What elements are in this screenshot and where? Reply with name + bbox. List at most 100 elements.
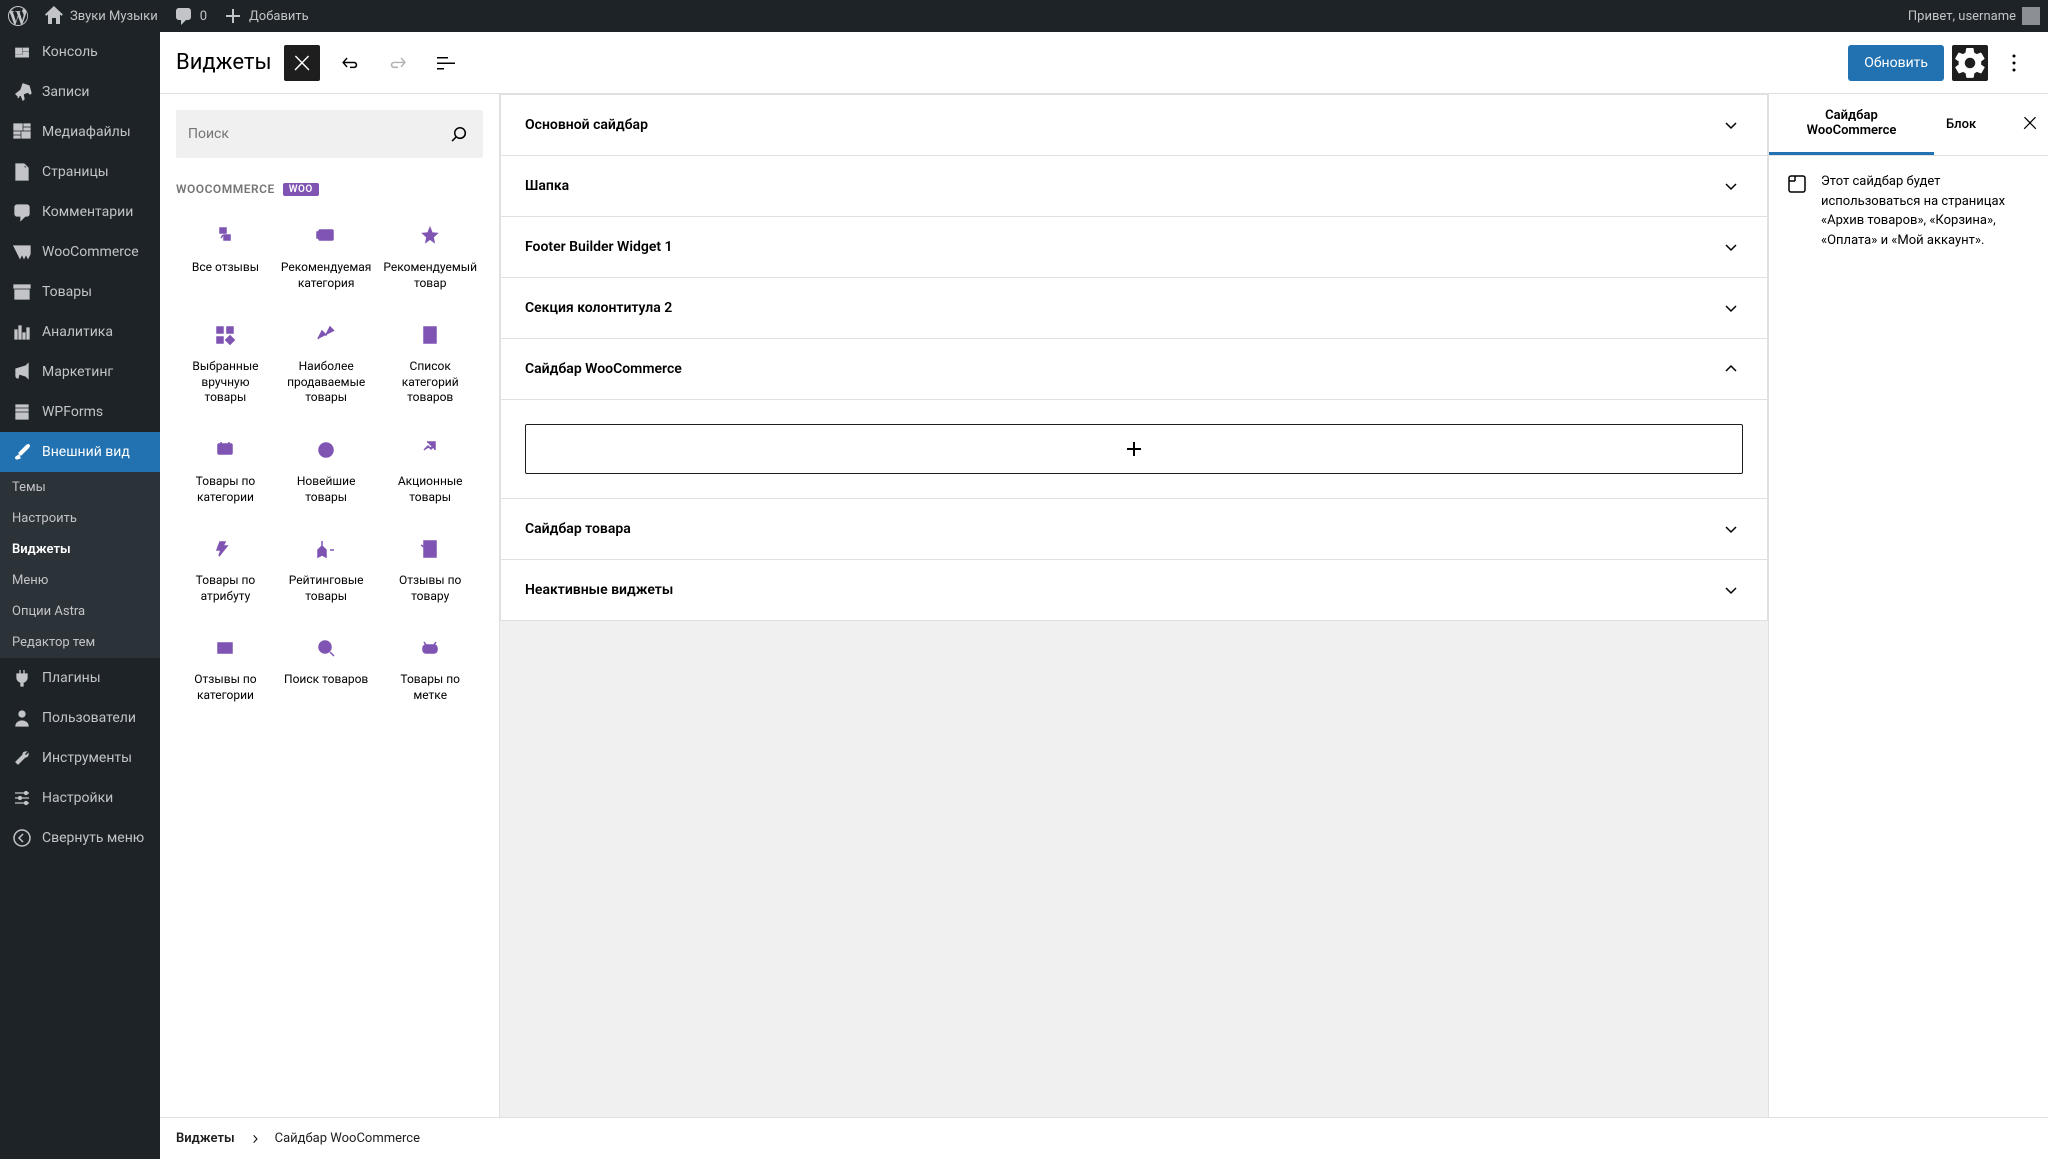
wp-logo[interactable]: [8, 6, 28, 26]
block-13[interactable]: Поиск товаров: [275, 620, 377, 719]
block-icon-8: [418, 438, 442, 462]
sidebar-item-14[interactable]: Настройки: [0, 778, 160, 818]
redo-button[interactable]: [380, 45, 416, 81]
block-10[interactable]: Рейтинговые товары: [275, 521, 377, 620]
tab-block[interactable]: Блок: [1934, 103, 1988, 146]
admin-top-bar: Звуки Музыки 0 Добавить Привет, username: [0, 0, 2048, 32]
sidebar-item-9[interactable]: WPForms: [0, 392, 160, 432]
block-0[interactable]: Все отзывы: [176, 208, 275, 307]
plus-icon: [1122, 437, 1146, 461]
block-inserter-panel: WOOCOMMERCE Woo Все отзывыРекомендуемая …: [160, 94, 500, 1117]
block-2[interactable]: Рекомендуемый товар: [377, 208, 483, 307]
close-settings-button[interactable]: [2012, 105, 2048, 145]
more-vertical-icon: [2002, 51, 2026, 75]
widget-areas: Основной сайдбарШапкаFooter Builder Widg…: [500, 94, 1768, 1117]
widget-area-4[interactable]: Сайдбар WooCommerce: [501, 339, 1767, 400]
add-new-link[interactable]: Добавить: [223, 6, 309, 26]
sidebar-item-4[interactable]: Комментарии: [0, 192, 160, 232]
sidebar-item-3[interactable]: Страницы: [0, 152, 160, 192]
update-button[interactable]: Обновить: [1848, 45, 1944, 81]
chevron-up-icon: [1719, 357, 1743, 381]
block-1[interactable]: Рекомендуемая категория: [275, 208, 377, 307]
block-7[interactable]: Новейшие товары: [275, 422, 377, 521]
sidebar-item-2[interactable]: Медиафайлы: [0, 112, 160, 152]
sidebar-item-8[interactable]: Маркетинг: [0, 352, 160, 392]
sidebar-item-6[interactable]: Товары: [0, 272, 160, 312]
sidebar-sub-1[interactable]: Настроить: [0, 503, 160, 534]
block-3[interactable]: Выбранные вручную товары: [176, 307, 275, 422]
sidebar-item-11[interactable]: Плагины: [0, 658, 160, 698]
widget-area-0[interactable]: Основной сайдбар: [501, 95, 1767, 156]
sidebar-item-10[interactable]: Внешний вид: [0, 432, 160, 472]
settings-toggle-button[interactable]: [1952, 45, 1988, 81]
block-category-label: WOOCOMMERCE Woo: [176, 182, 483, 196]
block-14[interactable]: Товары по метке: [377, 620, 483, 719]
sidebar-item-13[interactable]: Инструменты: [0, 738, 160, 778]
chevron-down-icon: [1719, 296, 1743, 320]
block-search[interactable]: [176, 110, 483, 158]
plugin-icon: [12, 668, 32, 688]
archive-icon: [12, 282, 32, 302]
widget-area-1[interactable]: Шапка: [501, 156, 1767, 217]
user-icon: [12, 708, 32, 728]
comment-icon: [174, 6, 194, 26]
sidebar-sub-2[interactable]: Виджеты: [0, 534, 160, 565]
list-icon: [434, 51, 458, 75]
site-home-link[interactable]: Звуки Музыки: [44, 6, 158, 26]
sidebar-item-7[interactable]: Аналитика: [0, 312, 160, 352]
block-icon-10: [314, 537, 338, 561]
sidebar-item-0[interactable]: Консоль: [0, 32, 160, 72]
widget-area-3[interactable]: Секция колонтитула 2: [501, 278, 1767, 339]
block-icon-1: [314, 224, 338, 248]
chevron-down-icon: [1719, 113, 1743, 137]
search-input[interactable]: [188, 122, 447, 146]
comments-link[interactable]: 0: [174, 6, 207, 26]
block-5[interactable]: Список категорий товаров: [377, 307, 483, 422]
settings-icon: [12, 788, 32, 808]
widget-area-2[interactable]: Footer Builder Widget 1: [501, 217, 1767, 278]
pin-icon: [12, 82, 32, 102]
widget-area-5[interactable]: Сайдбар товара: [501, 499, 1767, 560]
comment-icon: [12, 202, 32, 222]
wordpress-icon: [8, 6, 28, 26]
breadcrumb: Виджеты Сайдбар WooCommerce: [160, 1117, 2048, 1159]
block-12[interactable]: Отзывы по категории: [176, 620, 275, 719]
block-8[interactable]: Акционные товары: [377, 422, 483, 521]
block-icon-6: [213, 438, 237, 462]
block-icon-5: [418, 323, 442, 347]
sidebar-item-5[interactable]: WooCommerce: [0, 232, 160, 272]
block-11[interactable]: Отзывы по товару: [377, 521, 483, 620]
block-icon-2: [418, 224, 442, 248]
widget-area-6[interactable]: Неактивные виджеты: [501, 560, 1767, 620]
add-block-button[interactable]: [525, 424, 1743, 474]
breadcrumb-root[interactable]: Виджеты: [176, 1131, 235, 1146]
widget-area-icon: [1785, 172, 1809, 196]
sidebar-item-12[interactable]: Пользователи: [0, 698, 160, 738]
chevron-down-icon: [1719, 235, 1743, 259]
collapse-icon: [12, 828, 32, 848]
undo-button[interactable]: [332, 45, 368, 81]
page-icon: [12, 162, 32, 182]
user-greeting[interactable]: Привет, username: [1908, 7, 2040, 25]
woo-icon: [12, 242, 32, 262]
sidebar-sub-0[interactable]: Темы: [0, 472, 160, 503]
block-6[interactable]: Товары по категории: [176, 422, 275, 521]
block-icon-11: [418, 537, 442, 561]
sidebar-sub-3[interactable]: Меню: [0, 565, 160, 596]
close-inserter-button[interactable]: [284, 45, 320, 81]
sidebar-sub-4[interactable]: Опции Astra: [0, 596, 160, 627]
block-4[interactable]: Наиболее продаваемые товары: [275, 307, 377, 422]
sidebar-sub-5[interactable]: Редактор тем: [0, 627, 160, 658]
block-9[interactable]: Товары по атрибуту: [176, 521, 275, 620]
gear-icon: [1952, 45, 1988, 81]
sidebar-item-1[interactable]: Записи: [0, 72, 160, 112]
undo-icon: [338, 51, 362, 75]
tab-sidebar-woocommerce[interactable]: Сайдбар WooCommerce: [1769, 94, 1934, 155]
collapse-menu[interactable]: Свернуть меню: [0, 818, 160, 858]
avatar: [2022, 7, 2040, 25]
block-icon-13: [314, 636, 338, 660]
brush-icon: [12, 442, 32, 462]
list-view-button[interactable]: [428, 45, 464, 81]
options-button[interactable]: [1996, 45, 2032, 81]
woo-badge: Woo: [283, 183, 319, 196]
